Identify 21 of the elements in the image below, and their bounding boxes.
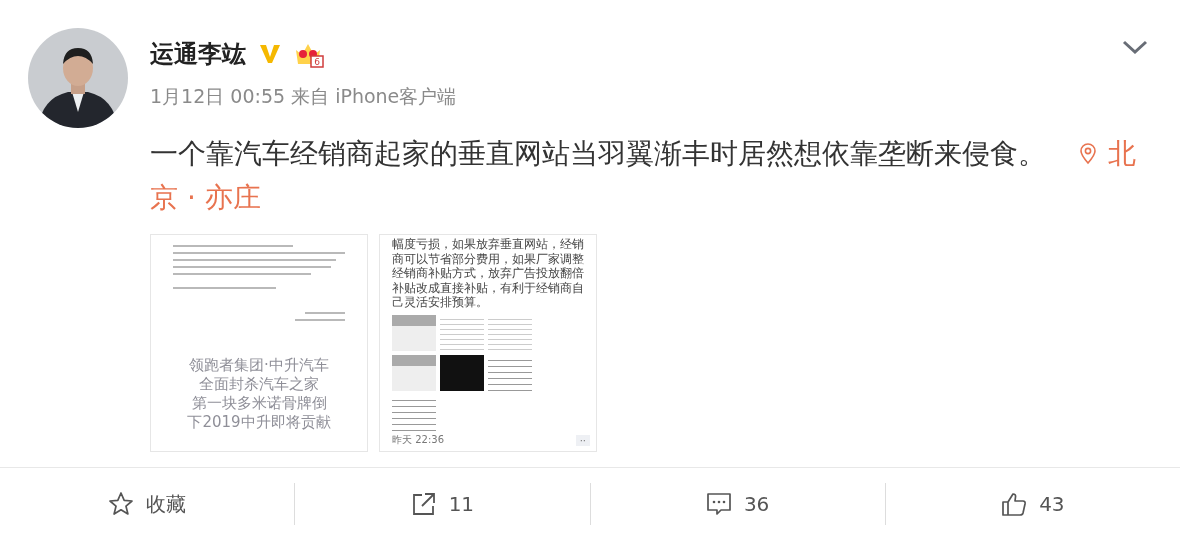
share-icon [410,491,437,517]
chat-image[interactable]: 幅度亏损，如果放弃垂直网站，经销商可以节省部分费用，如果厂家调整经销商补贴方式，放弃广告投放翻倍补贴改成直接补贴，有利于经销商自己灵活安排预算。 昨天 22:36 ·· [379,234,597,452]
post-text: 一个靠汽车经销商起家的垂直网站当羽翼渐丰时居然想依靠垄断来侵食。 [150,137,1046,170]
repost-button[interactable]: 11 [295,468,590,540]
star-icon [108,491,135,517]
comment-button[interactable]: 36 [590,468,885,540]
comment-icon [705,491,732,517]
image-time: 昨天 22:36 [392,433,444,447]
image-caption: 下2019中升即将贡献 [186,413,332,432]
user-name[interactable]: 运通李竑 [150,38,246,70]
chevron-down-icon[interactable] [1122,40,1148,54]
like-button[interactable]: 43 [885,468,1180,540]
image-paragraph: 幅度亏损，如果放弃垂直网站，经销商可以节省部分费用，如果厂家调整经销商补贴方式，放弃广告投放翻倍补贴改成直接补贴，有利于经销商自己灵活安排预算。 [392,237,585,310]
favorite-button[interactable]: 收藏 [0,468,295,540]
post-meta: 1月12日 00:55 来自 iPhone客户端 [150,84,458,109]
image-caption: 领跑者集团·中升汽车 [188,356,330,375]
image-caption: 第一块多米诺骨牌倒 [190,394,328,413]
thumbs-up-icon [1001,491,1028,517]
image-caption: 全面封杀汽车之家 [198,375,320,394]
more-dots: ·· [575,434,590,446]
location-pin-icon [1080,143,1096,165]
